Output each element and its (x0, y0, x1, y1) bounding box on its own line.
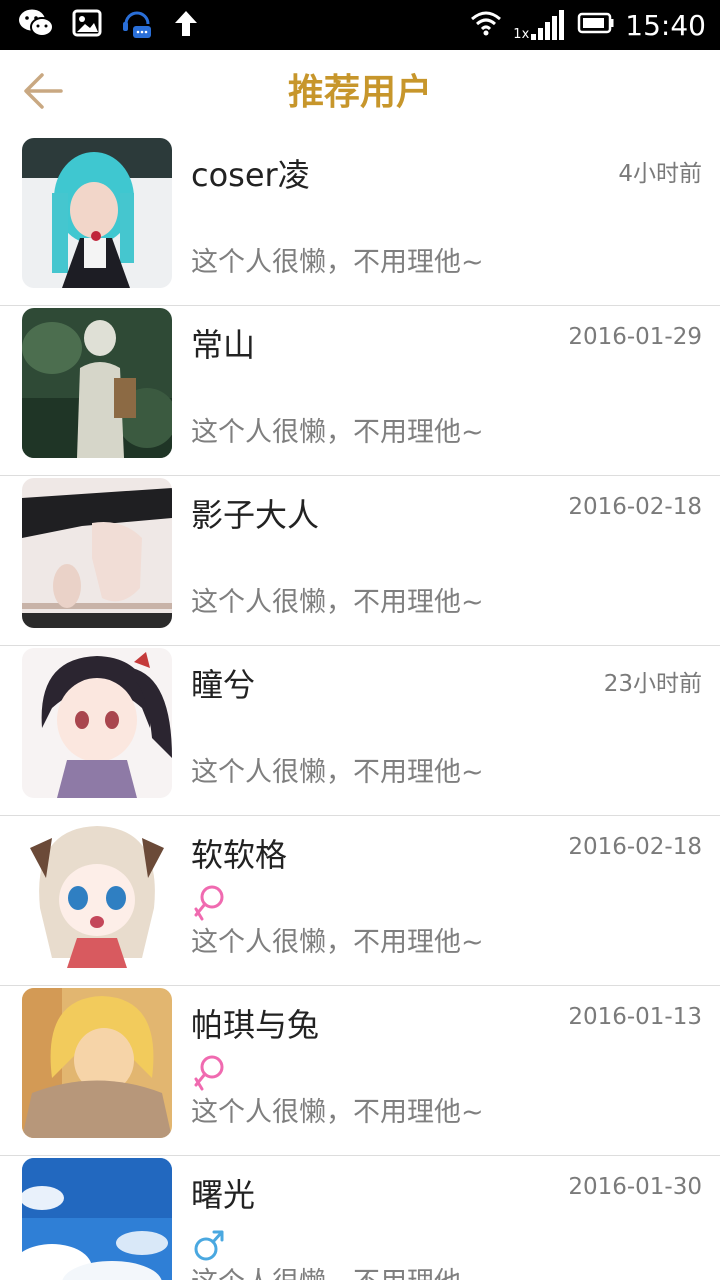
user-list-item[interactable]: 常山 2016-01-29 这个人很懒，不用理他~ (0, 306, 720, 476)
user-last-active: 23小时前 (603, 671, 702, 697)
female-gender-icon (192, 1054, 226, 1094)
back-arrow-icon (21, 71, 65, 115)
gallery-icon (72, 9, 102, 41)
clock: 15:40 (625, 8, 706, 42)
status-notification-icons (18, 8, 200, 42)
battery-icon (577, 11, 615, 39)
user-name: 常山 (191, 326, 256, 364)
user-name: 曙光 (191, 1176, 256, 1214)
status-bar: 1x 15:40 (0, 0, 720, 50)
user-last-active: 2016-01-29 (568, 324, 702, 350)
user-list: coser凌 4小时前 这个人很懒，不用理他~ 常山 2016-01-29 这个… (0, 136, 720, 1280)
user-avatar[interactable] (22, 478, 172, 628)
user-avatar[interactable] (22, 648, 172, 798)
user-avatar[interactable] (22, 138, 172, 288)
user-avatar[interactable] (22, 1158, 172, 1280)
status-system-icons: 1x 15:40 (469, 8, 706, 42)
user-name: 帕琪与兔 (191, 1006, 320, 1044)
user-list-item[interactable]: 影子大人 2016-02-18 这个人很懒，不用理他~ (0, 476, 720, 646)
user-signature: 这个人很懒，不用理他~ (191, 587, 484, 618)
user-list-item[interactable]: 帕琪与兔 2016-01-13 这个人很懒，不用理他~ (0, 986, 720, 1156)
user-list-item[interactable]: 瞳兮 23小时前 这个人很懒，不用理他~ (0, 646, 720, 816)
user-last-active: 2016-01-30 (568, 1174, 702, 1200)
user-signature: 这个人很懒，不用理他~ (191, 1260, 484, 1280)
app-bar: 推荐用户 (0, 50, 720, 136)
user-list-item[interactable]: 软软格 2016-02-18 这个人很懒，不用理他~ (0, 816, 720, 986)
chat-support-icon (120, 6, 154, 44)
user-last-active: 2016-02-18 (568, 494, 702, 520)
user-name: 影子大人 (191, 496, 320, 534)
user-name: 软软格 (191, 836, 288, 874)
wechat-icon (18, 8, 54, 42)
user-avatar[interactable] (22, 988, 172, 1138)
user-name: coser凌 (191, 156, 310, 194)
user-avatar[interactable] (22, 308, 172, 458)
user-signature: 这个人很懒，不用理他~ (191, 247, 484, 278)
female-gender-icon (192, 884, 226, 924)
user-list-item[interactable]: 曙光 2016-01-30 这个人很懒，不用理他~ (0, 1156, 720, 1280)
user-last-active: 2016-02-18 (568, 834, 702, 860)
user-last-active: 2016-01-13 (568, 1004, 702, 1030)
user-list-item[interactable]: coser凌 4小时前 这个人很懒，不用理他~ (0, 136, 720, 306)
upload-arrow-icon (172, 8, 200, 42)
user-avatar[interactable] (22, 818, 172, 968)
user-name: 瞳兮 (191, 666, 256, 704)
page-title: 推荐用户 (287, 72, 432, 113)
user-signature: 这个人很懒，不用理他~ (191, 757, 484, 788)
user-signature: 这个人很懒，不用理他~ (191, 1097, 484, 1128)
cellular-signal-icon: 1x (513, 8, 567, 42)
user-last-active: 4小时前 (618, 161, 702, 187)
back-button[interactable] (14, 64, 72, 122)
user-signature: 这个人很懒，不用理他~ (191, 417, 484, 448)
wifi-icon (469, 9, 503, 41)
male-gender-icon (192, 1224, 226, 1264)
user-signature: 这个人很懒，不用理他~ (191, 927, 484, 958)
